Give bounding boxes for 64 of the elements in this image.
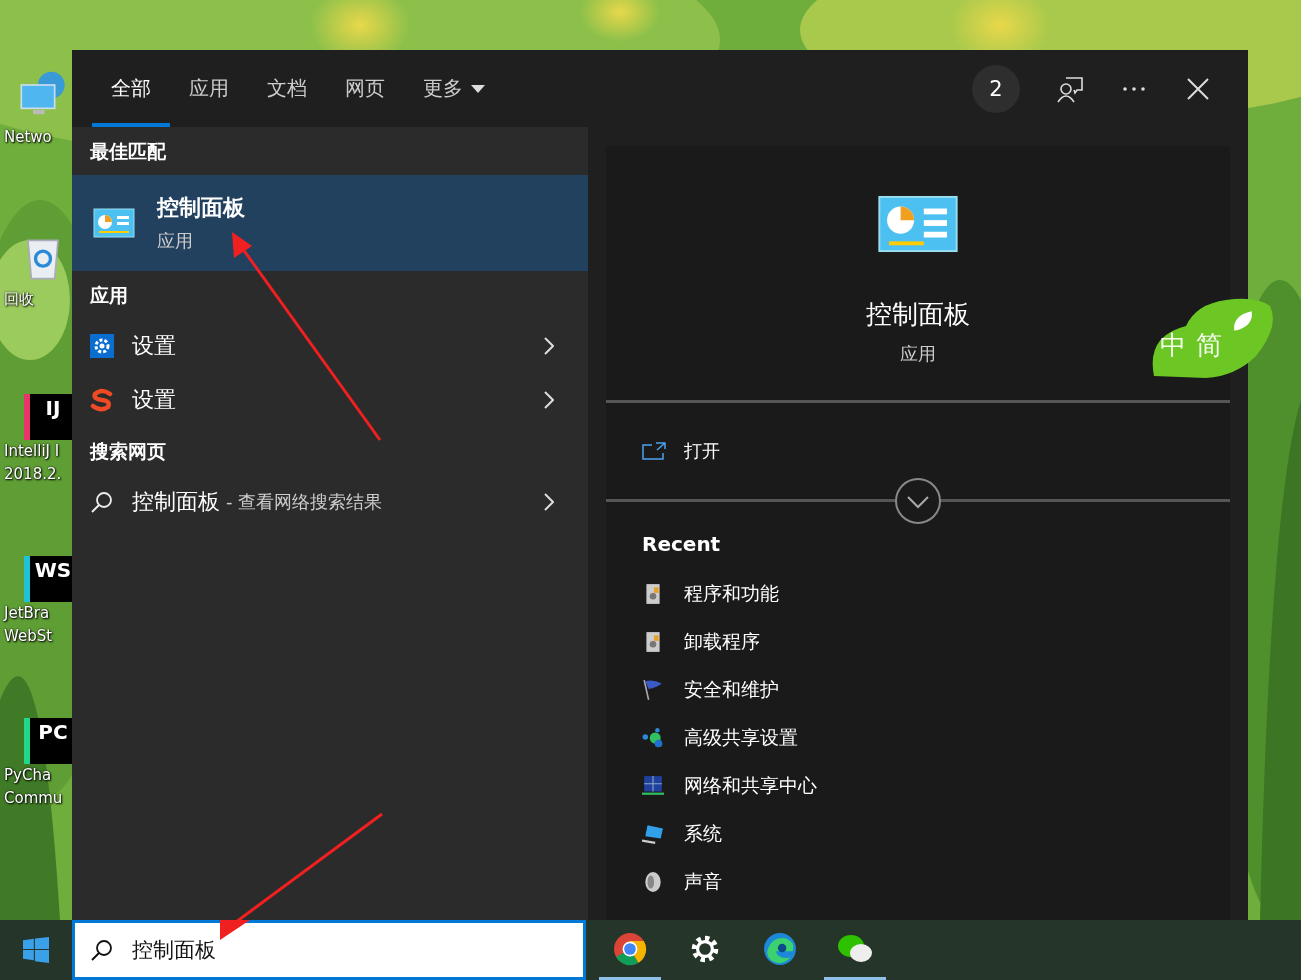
recent-item[interactable]: 声音 bbox=[606, 858, 1230, 906]
open-window-icon bbox=[642, 442, 666, 460]
recent-item[interactable]: 安全和维护 bbox=[606, 666, 1230, 714]
icon-label: IntelliJ I bbox=[4, 441, 60, 462]
search-field[interactable]: 控制面板 bbox=[72, 920, 586, 980]
recent-item[interactable]: 系统 bbox=[606, 810, 1230, 858]
s-logo-icon bbox=[90, 388, 114, 412]
result-title: 控制面板 bbox=[157, 194, 245, 222]
edge-icon bbox=[762, 931, 798, 966]
icon-label: PyCha bbox=[4, 765, 52, 786]
result-hint: - 查看网络搜索结果 bbox=[226, 490, 383, 514]
arrow-head bbox=[220, 920, 250, 940]
section-heading: 搜索网页 bbox=[88, 439, 167, 464]
search-icon bbox=[90, 938, 114, 962]
icon-label: 回收 bbox=[4, 289, 34, 310]
expand-button[interactable] bbox=[894, 476, 942, 525]
tab[interactable]: 文档 bbox=[248, 50, 326, 127]
result-item[interactable]: 设置 bbox=[72, 319, 588, 373]
chevron-right-icon[interactable] bbox=[544, 337, 554, 355]
result-item[interactable]: 控制面板 - 查看网络搜索结果 bbox=[72, 475, 588, 529]
recent-heading: Recent bbox=[641, 532, 722, 556]
result-title: 设置 bbox=[132, 386, 176, 414]
icon-label: JetBra bbox=[4, 603, 50, 624]
recent-item[interactable]: 网络和共享中心 bbox=[606, 762, 1230, 810]
chevron-right-icon[interactable] bbox=[544, 391, 554, 409]
result-type: 应用 bbox=[157, 229, 194, 253]
caret-icon bbox=[471, 84, 485, 93]
preview-type: 应用 bbox=[900, 342, 936, 366]
icon-label: WebSt bbox=[4, 626, 53, 647]
feedback-icon[interactable] bbox=[1056, 74, 1084, 103]
flag-icon bbox=[642, 679, 664, 701]
result-title: 设置 bbox=[132, 332, 176, 360]
input-mode: 中 bbox=[1160, 328, 1186, 362]
network-icon bbox=[642, 775, 664, 797]
logo-text: PC bbox=[38, 719, 68, 746]
chrome-icon bbox=[612, 931, 648, 966]
leaf-icon bbox=[1232, 309, 1254, 333]
recent-item[interactable]: 卸载程序 bbox=[606, 618, 1230, 666]
section-heading: 最佳匹配 bbox=[89, 139, 167, 164]
section-heading: 应用 bbox=[89, 283, 129, 308]
script-mode: 简 bbox=[1196, 328, 1222, 362]
icon-label: Netwo bbox=[4, 127, 52, 148]
reward-count[interactable]: 2 bbox=[972, 64, 1020, 113]
icon-label: 2018.2. bbox=[4, 464, 62, 485]
gear-icon bbox=[90, 334, 114, 358]
control-panel-icon bbox=[93, 208, 135, 238]
tab[interactable]: 网页 bbox=[326, 50, 404, 127]
monitor-icon bbox=[642, 823, 664, 845]
preview-title: 控制面板 bbox=[866, 298, 970, 331]
logo-text: IJ bbox=[45, 395, 61, 422]
tab[interactable]: 应用 bbox=[170, 50, 248, 127]
speaker-icon bbox=[642, 871, 664, 893]
recent-item[interactable]: 程序和功能 bbox=[606, 570, 1230, 618]
connected-dots-icon bbox=[642, 727, 664, 749]
tab[interactable]: 更多 bbox=[404, 50, 504, 127]
icon-label: Commu bbox=[4, 788, 63, 809]
search-icon bbox=[90, 490, 114, 514]
result-item[interactable]: 控制面板 应用 bbox=[72, 175, 588, 271]
chevron-right-icon[interactable] bbox=[544, 493, 554, 511]
recent-item[interactable]: 高级共享设置 bbox=[606, 714, 1230, 762]
logo-text: WS bbox=[34, 557, 72, 584]
open-action[interactable]: 打开 bbox=[606, 403, 1230, 499]
control-panel-icon bbox=[876, 195, 960, 253]
result-title: 控制面板 bbox=[132, 488, 220, 516]
